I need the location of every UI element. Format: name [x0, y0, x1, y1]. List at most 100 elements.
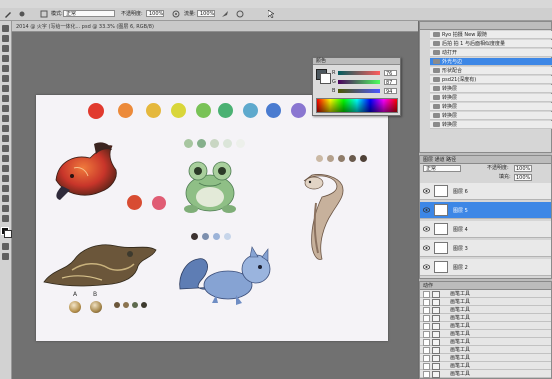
marquee-tool-icon[interactable] [2, 35, 9, 42]
brush-size-picker-icon[interactable] [18, 10, 26, 18]
mode-select[interactable]: 正常 [63, 10, 115, 17]
pressure-size-icon[interactable] [236, 10, 244, 18]
brush-tool-icon[interactable] [2, 95, 9, 102]
action-toggle-checkbox[interactable] [423, 323, 430, 330]
b-channel-slider[interactable] [338, 89, 380, 93]
action-item[interactable]: 画笔工具 [420, 346, 551, 354]
action-item[interactable]: 画笔工具 [420, 298, 551, 306]
healing-brush-tool-icon[interactable] [2, 85, 9, 92]
visibility-eye-icon[interactable] [422, 226, 431, 232]
layer-opacity-input[interactable]: 100% [514, 165, 532, 172]
action-toggle-checkbox[interactable] [423, 291, 430, 298]
action-item[interactable]: 画笔工具 [420, 354, 551, 362]
history-state[interactable]: psd21(深度有) [430, 76, 552, 84]
layer-thumbnail[interactable] [434, 185, 448, 197]
g-channel-input[interactable]: 87 [384, 79, 397, 86]
visibility-eye-icon[interactable] [422, 207, 431, 213]
history-brush-tool-icon[interactable] [2, 115, 9, 122]
layers-panel-tabs[interactable]: 图层 通道 路径 [420, 156, 551, 164]
background-color-preview[interactable] [320, 73, 331, 84]
color-spectrum-bar[interactable] [316, 98, 398, 113]
clone-stamp-tool-icon[interactable] [2, 105, 9, 112]
pressure-opacity-icon[interactable] [172, 10, 180, 18]
layer-thumbnail[interactable] [434, 204, 448, 216]
action-toggle-checkbox[interactable] [423, 315, 430, 322]
layer-thumbnail[interactable] [434, 261, 448, 273]
screen-mode-icon[interactable] [2, 253, 9, 260]
layer-thumbnail[interactable] [434, 242, 448, 254]
visibility-eye-icon[interactable] [422, 188, 431, 194]
action-item[interactable]: 画笔工具 [420, 330, 551, 338]
action-toggle-checkbox[interactable] [423, 299, 430, 306]
action-toggle-checkbox[interactable] [423, 363, 430, 370]
action-toggle-checkbox[interactable] [423, 331, 430, 338]
blend-mode-select[interactable]: 正常 [423, 165, 461, 172]
layer-row[interactable]: 图层 2 [420, 259, 551, 276]
history-state[interactable]: 转换层 [430, 85, 552, 93]
history-state[interactable]: 外光与边 [430, 58, 552, 66]
action-toggle-checkbox[interactable] [423, 347, 430, 354]
visibility-eye-icon[interactable] [422, 245, 431, 251]
pen-tool-icon[interactable] [2, 165, 9, 172]
action-item[interactable]: 画笔工具 [420, 338, 551, 346]
crop-tool-icon[interactable] [2, 65, 9, 72]
action-dialog-toggle-icon[interactable] [432, 299, 440, 306]
visibility-eye-icon[interactable] [422, 264, 431, 270]
layer-fill-input[interactable]: 100% [514, 174, 532, 181]
brush-panel-icon[interactable] [40, 10, 48, 18]
action-dialog-toggle-icon[interactable] [432, 331, 440, 338]
g-channel-slider[interactable] [338, 80, 380, 84]
flow-input[interactable]: 100% [197, 10, 215, 17]
quick-mask-icon[interactable] [2, 243, 9, 250]
action-dialog-toggle-icon[interactable] [432, 363, 440, 370]
shape-tool-icon[interactable] [2, 195, 9, 202]
action-toggle-checkbox[interactable] [423, 355, 430, 362]
action-item[interactable]: 画笔工具 [420, 362, 551, 370]
layer-thumbnail[interactable] [434, 223, 448, 235]
quick-select-tool-icon[interactable] [2, 55, 9, 62]
type-tool-icon[interactable] [2, 175, 9, 182]
action-toggle-checkbox[interactable] [423, 339, 430, 346]
document-canvas[interactable]: A B [36, 95, 388, 341]
action-dialog-toggle-icon[interactable] [432, 371, 440, 378]
action-item[interactable]: 画笔工具 [420, 314, 551, 322]
action-item[interactable]: 画笔工具 [420, 370, 551, 378]
action-dialog-toggle-icon[interactable] [432, 307, 440, 314]
blur-tool-icon[interactable] [2, 145, 9, 152]
eraser-tool-icon[interactable] [2, 125, 9, 132]
history-state[interactable]: 转换层 [430, 103, 552, 111]
layer-row[interactable]: 图层 5 [420, 202, 551, 219]
brush-tool-icon[interactable] [4, 10, 12, 18]
r-channel-slider[interactable] [338, 71, 380, 75]
layer-row[interactable]: 图层 4 [420, 221, 551, 238]
action-dialog-toggle-icon[interactable] [432, 291, 440, 298]
airbrush-icon[interactable] [221, 10, 229, 18]
path-select-tool-icon[interactable] [2, 185, 9, 192]
dodge-tool-icon[interactable] [2, 155, 9, 162]
action-toggle-checkbox[interactable] [423, 307, 430, 314]
history-state[interactable]: 转换层 [430, 112, 552, 120]
action-dialog-toggle-icon[interactable] [432, 347, 440, 354]
zoom-tool-icon[interactable] [2, 215, 9, 222]
eyedropper-tool-icon[interactable] [2, 75, 9, 82]
layer-row[interactable]: 图层 3 [420, 240, 551, 257]
move-tool-icon[interactable] [2, 25, 9, 32]
action-dialog-toggle-icon[interactable] [432, 315, 440, 322]
lasso-tool-icon[interactable] [2, 45, 9, 52]
history-state[interactable]: 形状配合 [430, 67, 552, 75]
action-toggle-checkbox[interactable] [423, 371, 430, 378]
action-item[interactable]: 画笔工具 [420, 306, 551, 314]
r-channel-input[interactable]: 76 [384, 70, 397, 77]
opacity-input[interactable]: 100% [146, 10, 164, 17]
action-dialog-toggle-icon[interactable] [432, 355, 440, 362]
document-tab[interactable]: 2014 @ 火字 (写给一体化... psd @ 33.3% (图层 6, R… [12, 21, 418, 32]
history-state[interactable]: 动打开 [430, 49, 552, 57]
hand-tool-icon[interactable] [2, 205, 9, 212]
layer-row[interactable]: 图层 6 [420, 183, 551, 200]
background-color-swatch[interactable] [4, 230, 12, 238]
history-state[interactable]: Ryo 拍摄 New 跟随 [430, 31, 552, 39]
history-state[interactable]: 后拍 拍 1 与后面相似度度量 [430, 40, 552, 48]
action-dialog-toggle-icon[interactable] [432, 323, 440, 330]
action-dialog-toggle-icon[interactable] [432, 339, 440, 346]
action-item[interactable]: 画笔工具 [420, 290, 551, 298]
